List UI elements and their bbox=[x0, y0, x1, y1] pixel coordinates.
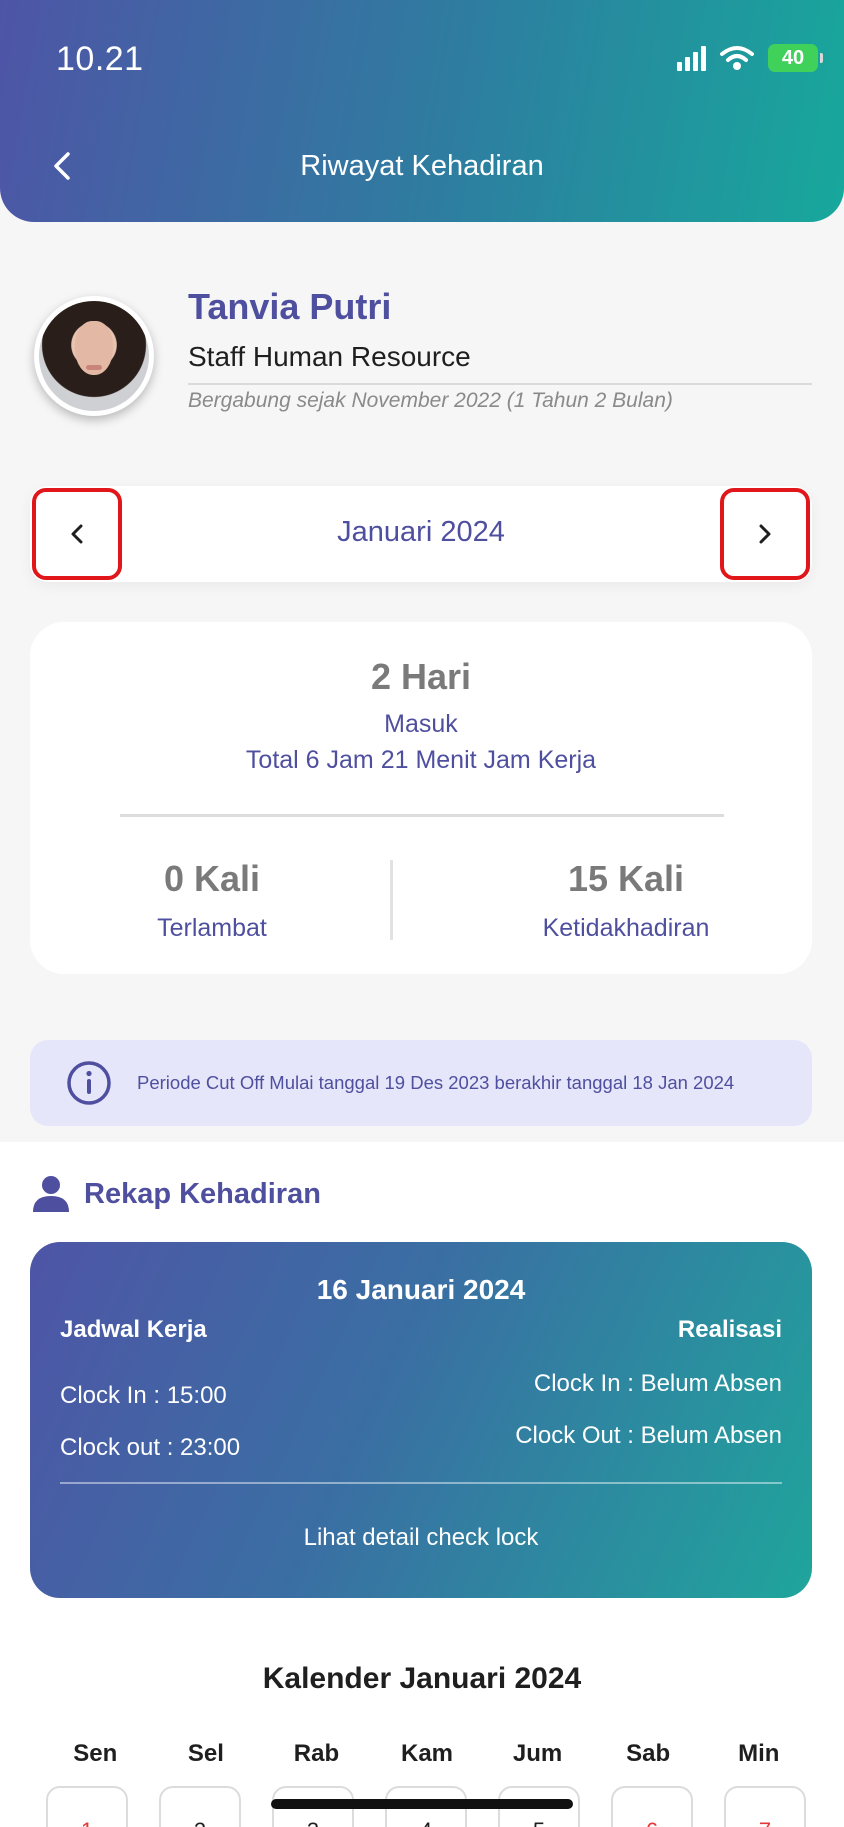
scheduled-clock-out: Clock out : 23:00 bbox=[60, 1434, 241, 1461]
person-icon bbox=[33, 1176, 69, 1212]
late-value: 0 Kali bbox=[163, 858, 261, 899]
status-icons: 40 bbox=[677, 44, 823, 72]
scheduled-clock-in: Clock In : 15:00 bbox=[60, 1382, 227, 1409]
attendance-recap-section: Rekap Kehadiran 16 Januari 2024 Jadwal K… bbox=[0, 1142, 844, 1827]
total-work-hours: Total 6 Jam 21 Menit Jam Kerja bbox=[245, 746, 597, 774]
attendance-date: 16 Januari 2024 bbox=[316, 1274, 526, 1305]
summary-divider bbox=[120, 814, 724, 817]
avatar bbox=[34, 296, 154, 416]
daily-attendance-card: 16 Januari 2024 Jadwal Kerja Realisasi C… bbox=[30, 1242, 812, 1598]
actual-clock-out: Clock Out : Belum Absen bbox=[515, 1422, 782, 1449]
calendar-day[interactable]: 1 bbox=[46, 1786, 128, 1827]
weekday-label: Kam bbox=[401, 1740, 454, 1767]
present-days-value: 2 Hari bbox=[370, 656, 472, 697]
late-stat: 0 Kali Terlambat bbox=[62, 858, 362, 943]
battery-icon: 40 bbox=[768, 44, 823, 72]
profile-name: Tanvia Putri bbox=[188, 286, 392, 327]
cutoff-info-text: Periode Cut Off Mulai tanggal 19 Des 202… bbox=[137, 1072, 735, 1093]
weekday-label: Sab bbox=[626, 1740, 671, 1767]
weekday-label: Sen bbox=[73, 1740, 118, 1767]
absence-stat: 15 Kali Ketidakhadiran bbox=[476, 858, 776, 943]
current-month-label: Januari 2024 bbox=[337, 516, 505, 548]
weekday-label: Rab bbox=[293, 1740, 340, 1767]
card-divider bbox=[60, 1482, 782, 1484]
view-check-lock-detail-link[interactable]: Lihat detail check lock bbox=[30, 1524, 812, 1552]
present-days-label: Masuk bbox=[384, 710, 458, 738]
app-header: 10.21 40 Riwayat Kehadiran bbox=[0, 0, 844, 222]
profile-divider bbox=[188, 383, 812, 385]
calendar-day[interactable]: 7 bbox=[724, 1786, 806, 1827]
battery-level: 40 bbox=[781, 46, 805, 69]
wifi-icon bbox=[720, 46, 754, 70]
calendar-weekday-header: Sen Sel Rab Kam Jum Sab Min bbox=[40, 1740, 814, 1768]
avatar-photo bbox=[39, 301, 149, 411]
calendar-title: Kalender Januari 2024 bbox=[262, 1662, 582, 1695]
calendar-day[interactable]: 2 bbox=[159, 1786, 241, 1827]
chevron-right-icon bbox=[759, 524, 771, 544]
calendar-day[interactable]: 6 bbox=[611, 1786, 693, 1827]
home-indicator[interactable] bbox=[271, 1799, 573, 1809]
late-label: Terlambat bbox=[157, 914, 267, 942]
cutoff-info-banner: Periode Cut Off Mulai tanggal 19 Des 202… bbox=[30, 1040, 812, 1126]
actual-clock-in: Clock In : Belum Absen bbox=[533, 1370, 782, 1397]
recap-title: Rekap Kehadiran bbox=[84, 1178, 321, 1210]
profile-role: Staff Human Resource bbox=[188, 341, 471, 372]
month-selector: Januari 2024 bbox=[30, 486, 812, 582]
absence-label: Ketidakhadiran bbox=[542, 914, 710, 942]
weekday-label: Sel bbox=[187, 1740, 224, 1767]
schedule-title: Jadwal Kerja bbox=[60, 1316, 207, 1343]
realization-title: Realisasi bbox=[677, 1316, 782, 1343]
info-icon bbox=[67, 1061, 111, 1105]
weekday-label: Min bbox=[738, 1740, 780, 1767]
next-month-button[interactable] bbox=[720, 488, 810, 580]
attendance-summary-card: 2 Hari Masuk Total 6 Jam 21 Menit Jam Ke… bbox=[30, 622, 812, 974]
profile-joined-date: Bergabung sejak November 2022 (1 Tahun 2… bbox=[188, 389, 673, 412]
status-time: 10.21 bbox=[56, 40, 144, 78]
weekday-label: Jum bbox=[512, 1740, 563, 1767]
page-title: Riwayat Kehadiran bbox=[300, 150, 544, 182]
absence-value: 15 Kali bbox=[567, 858, 685, 899]
summary-vertical-divider bbox=[390, 860, 393, 940]
cellular-signal-icon bbox=[677, 45, 706, 71]
